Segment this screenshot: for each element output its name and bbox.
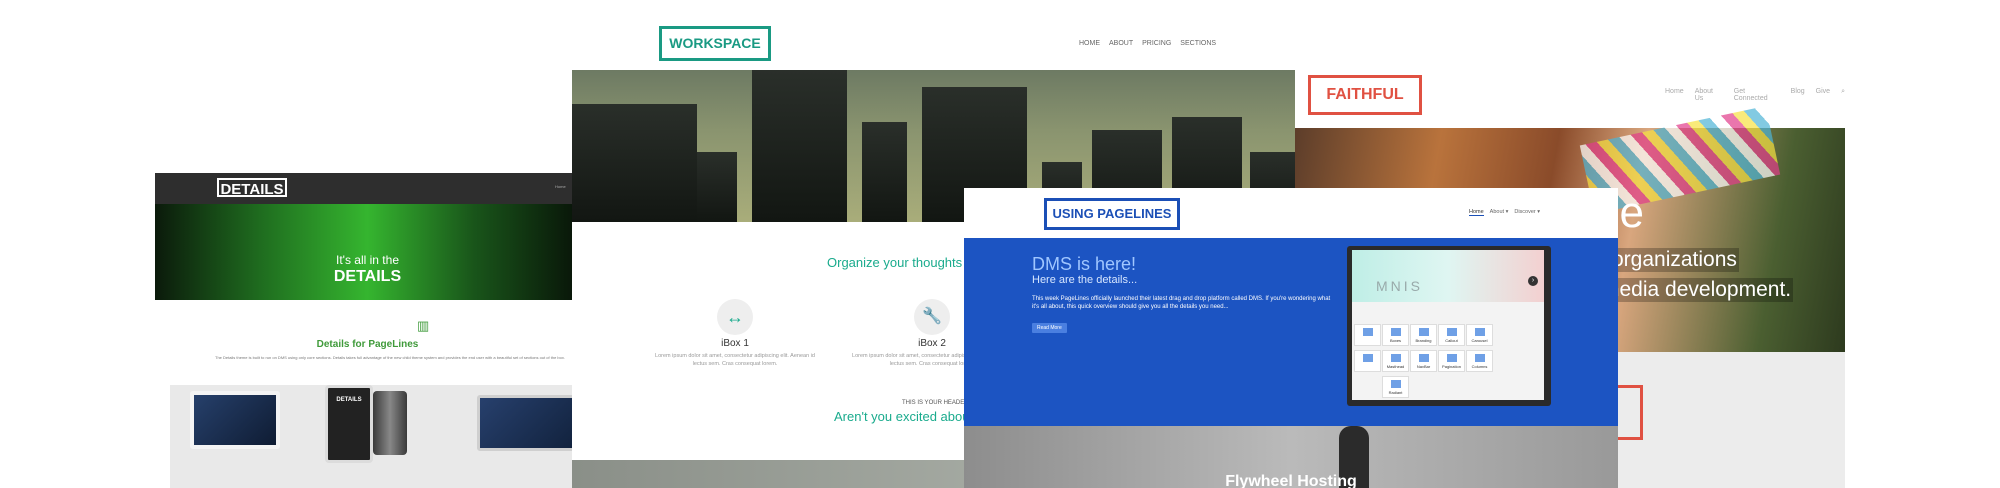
laptop-screen: MNIS › Boxes Branding Callout Carousel M… (1352, 250, 1544, 400)
flywheel-heading: Flywheel Hosting (1225, 473, 1357, 488)
imac-device-image (190, 391, 280, 449)
laptop-device-image (477, 395, 580, 451)
arrows-horizontal-icon: ↔ (717, 299, 753, 335)
section-tile: Carousel (1466, 324, 1493, 346)
section-tile: Callout (1438, 324, 1465, 346)
faithful-logo[interactable]: FAITHFUL (1308, 75, 1422, 115)
faithful-nav-give[interactable]: Give (1816, 88, 1830, 102)
pagelines-nav-about[interactable]: About ▾ (1490, 209, 1509, 216)
pagelines-nav-home[interactable]: Home (1469, 209, 1484, 216)
workspace-logo[interactable]: WORKSPACE (659, 26, 771, 61)
details-hero-line2: DETAILS (333, 268, 402, 285)
phone-device-label: DETAILS (336, 397, 362, 403)
screen-banner-text: MNIS (1376, 278, 1423, 294)
screen-banner (1352, 250, 1544, 302)
details-logo[interactable]: DETAILS (217, 178, 287, 198)
faithful-nav: Home About Us Get Connected Blog Give ⌕ (1665, 88, 1845, 102)
workspace-nav: HOME ABOUT PRICING SECTIONS (1079, 40, 1216, 47)
pagelines-theme-preview: USING PAGELINES Home About ▾ Discover ▾ … (964, 188, 1618, 488)
workspace-header-label: THIS IS YOUR HEADER (902, 400, 969, 406)
faithful-nav-home[interactable]: Home (1665, 88, 1684, 102)
details-nav-link[interactable]: Home (555, 184, 566, 189)
details-theme-preview: DETAILS Home It's all in the DETAILS ▥ D… (155, 173, 580, 488)
building (862, 122, 907, 222)
ibox1-title: iBox 1 (721, 338, 749, 349)
section-tile: Columns (1466, 350, 1493, 372)
faithful-hero-line2: media development. (1600, 278, 1794, 302)
faithful-nav-blog[interactable]: Blog (1791, 88, 1805, 102)
workspace-nav-home[interactable]: HOME (1079, 40, 1100, 47)
ibox1-text: Lorem ipsum dolor sit amet, consectetur … (655, 353, 815, 367)
section-tile: Branding (1410, 324, 1437, 346)
workspace-nav-about[interactable]: ABOUT (1109, 40, 1133, 47)
wrench-icon: 🔧 (914, 299, 950, 335)
pagelines-headline: DMS is here! (1032, 254, 1137, 274)
section-tile: Masthead (1382, 350, 1409, 372)
workspace-nav-sections[interactable]: SECTIONS (1180, 40, 1216, 47)
building (572, 104, 697, 222)
pagelines-paragraph: This week PageLines officially launched … (1032, 296, 1331, 310)
building (752, 70, 847, 222)
read-more-button[interactable]: Read More (1032, 323, 1067, 333)
pagelines-subhead: Here are the details... (1032, 274, 1138, 286)
section-tile: Boxes (1382, 324, 1409, 346)
workspace-excited-heading: Aren't you excited about y (834, 409, 984, 424)
faithful-hero-line1: organizations (1610, 248, 1739, 272)
mac-pro-device-image (373, 391, 407, 455)
section-tile (1354, 350, 1381, 372)
details-description: The Details theme is built to run on DMS… (215, 355, 565, 360)
pagelines-logo[interactable]: USING PAGELINES (1044, 198, 1180, 230)
pagelines-nav-discover[interactable]: Discover ▾ (1514, 209, 1540, 216)
details-section-title: Details for PageLines (316, 339, 419, 350)
faithful-nav-connected[interactable]: Get Connected (1734, 88, 1780, 102)
bar-chart-icon: ▥ (417, 318, 430, 333)
faithful-nav-about[interactable]: About Us (1695, 88, 1723, 102)
section-tile: NavBar (1410, 350, 1437, 372)
building (697, 152, 737, 222)
section-tile (1354, 324, 1381, 346)
details-hero-line1: It's all in the (336, 253, 399, 267)
section-tile: Pagination (1438, 350, 1465, 372)
pagelines-nav: Home About ▾ Discover ▾ (1469, 209, 1540, 216)
search-icon[interactable]: ⌕ (1841, 88, 1845, 102)
workspace-nav-pricing[interactable]: PRICING (1142, 40, 1171, 47)
section-tile: Radiant (1382, 376, 1409, 398)
chevron-right-icon[interactable]: › (1528, 276, 1538, 286)
